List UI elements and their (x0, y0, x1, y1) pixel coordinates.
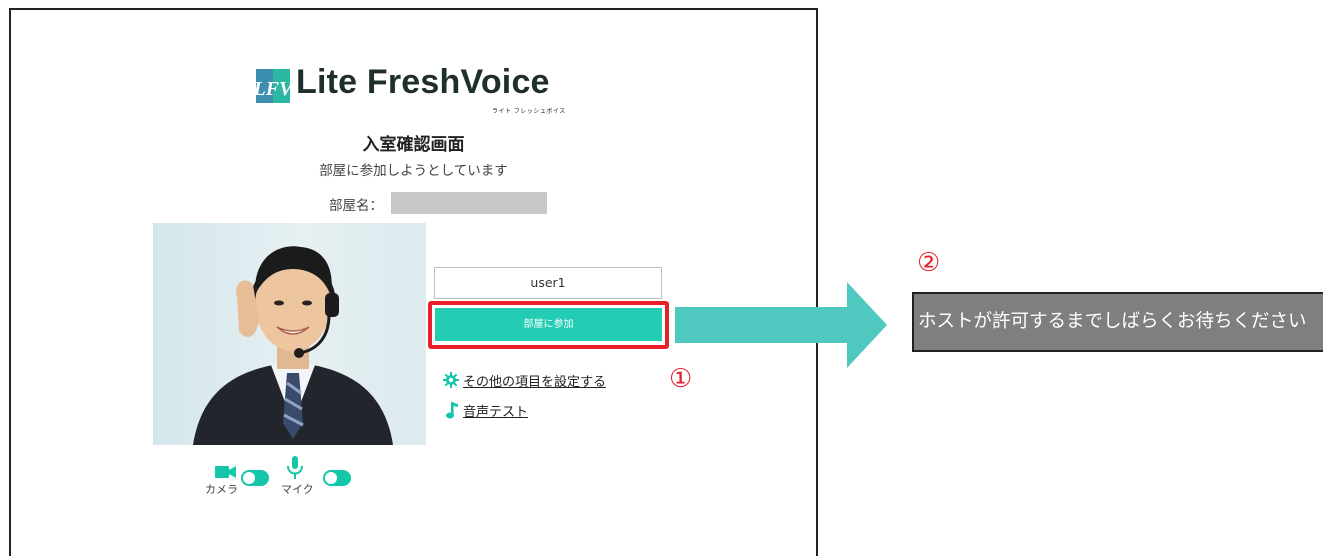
logo-kana: ライト フレッシュボイス (492, 108, 566, 115)
waiting-message: ホストが許可するまでしばらくお待ちください (918, 311, 1307, 332)
room-name-label: 部屋名： (329, 198, 383, 214)
join-room-button[interactable]: 部屋に参加 (435, 308, 662, 341)
step-2-marker: ② (917, 248, 941, 278)
gear-icon (443, 372, 459, 388)
next-step-arrow (675, 282, 887, 368)
settings-link[interactable]: その他の項目を設定する (443, 371, 643, 391)
person-with-headset-image (193, 246, 393, 445)
audio-test-link[interactable]: 音声テスト (443, 401, 563, 421)
page-subtitle: 部屋に参加しようとしています (319, 163, 508, 179)
logo-mark-letters: LFV (256, 78, 290, 100)
media-controls: カメラ マイク (201, 456, 371, 496)
camera-toggle[interactable] (241, 470, 269, 486)
mic-label: マイク (281, 483, 314, 496)
audio-test-link-text[interactable]: 音声テスト (463, 401, 528, 420)
step-1-marker: ① (669, 364, 693, 394)
settings-link-text[interactable]: その他の項目を設定する (463, 371, 606, 390)
username-field[interactable]: user1 (434, 267, 662, 299)
waiting-message-banner: ホストが許可するまでしばらくお待ちください (912, 292, 1323, 352)
microphone-icon (287, 456, 303, 479)
camera-icon (215, 466, 236, 478)
room-name-value (391, 192, 547, 214)
camera-preview (153, 223, 426, 445)
page-title: 入室確認画面 (362, 135, 465, 155)
camera-label: カメラ (205, 483, 238, 496)
music-note-icon (446, 402, 458, 419)
logo-wordmark: Lite FreshVoice (296, 63, 550, 101)
lfv-logo-icon: LFV (256, 69, 290, 103)
mic-toggle[interactable] (323, 470, 351, 486)
